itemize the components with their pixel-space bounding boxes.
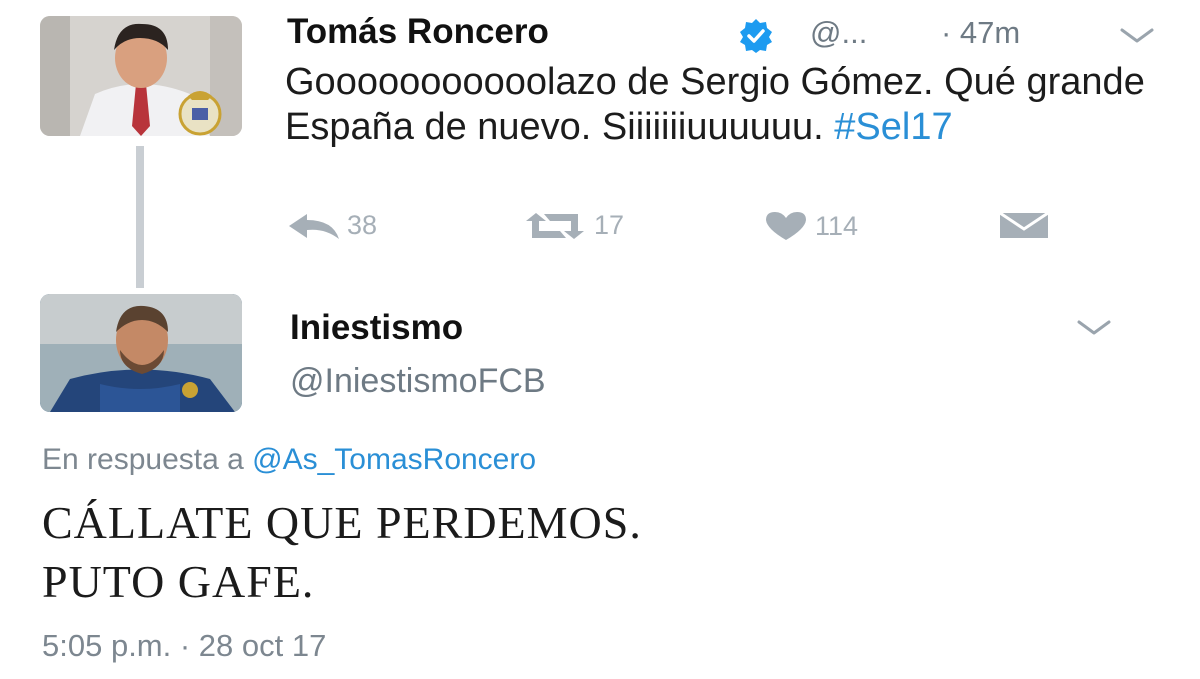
avatar-photo <box>40 16 242 136</box>
avatar-tomas-roncero[interactable] <box>40 16 242 136</box>
reply-prefix: En respuesta a <box>42 443 244 476</box>
reply-button[interactable]: 38 <box>285 210 377 241</box>
reply-icon <box>289 213 339 239</box>
retweet-button[interactable]: 17 <box>522 210 624 241</box>
retweet-count: 17 <box>594 210 625 240</box>
envelope-icon <box>999 211 1049 238</box>
hashtag-link[interactable]: #Sel17 <box>834 106 952 148</box>
tweet-text: Gooooooooooolazo de Sergio Gómez. Qué gr… <box>285 60 1165 150</box>
tweet-text-line: CÁLLATE QUE PERDEMOS. <box>42 497 642 548</box>
avatar-photo <box>40 294 242 412</box>
verified-badge-icon <box>738 18 774 54</box>
tweet-time[interactable]: · 47m <box>941 15 1020 51</box>
reply-mention-link[interactable]: @As_TomasRoncero <box>252 443 536 476</box>
tweet-timestamp[interactable]: 5:05 p.m. · 28 oct 17 <box>42 628 326 664</box>
author-name[interactable]: Tomás Roncero <box>287 12 549 52</box>
author-handle[interactable]: @... <box>810 15 867 51</box>
author-handle[interactable]: @IniestismoFCB <box>290 362 546 401</box>
like-count: 114 <box>815 210 859 241</box>
heart-icon <box>766 212 806 240</box>
chevron-down-icon[interactable] <box>1075 318 1113 338</box>
author-name[interactable]: Iniestismo <box>290 308 463 348</box>
like-button[interactable]: 114 <box>763 210 858 242</box>
tweet-actions: 38 17 114 <box>0 210 1200 246</box>
avatar-iniestismo[interactable] <box>40 294 242 412</box>
tweet-text-main: Gooooooooooolazo de Sergio Gómez. Qué gr… <box>285 61 1145 148</box>
reply-count: 38 <box>347 210 378 240</box>
retweet-icon <box>526 212 584 239</box>
tweet-text-line: PUTO GAFE. <box>42 556 315 607</box>
chevron-down-icon[interactable] <box>1118 26 1156 46</box>
tweet-text: CÁLLATE QUE PERDEMOS. PUTO GAFE. <box>42 493 1162 611</box>
direct-message-button[interactable] <box>998 210 1050 240</box>
reply-context: En respuesta a @As_TomasRoncero <box>42 443 536 477</box>
